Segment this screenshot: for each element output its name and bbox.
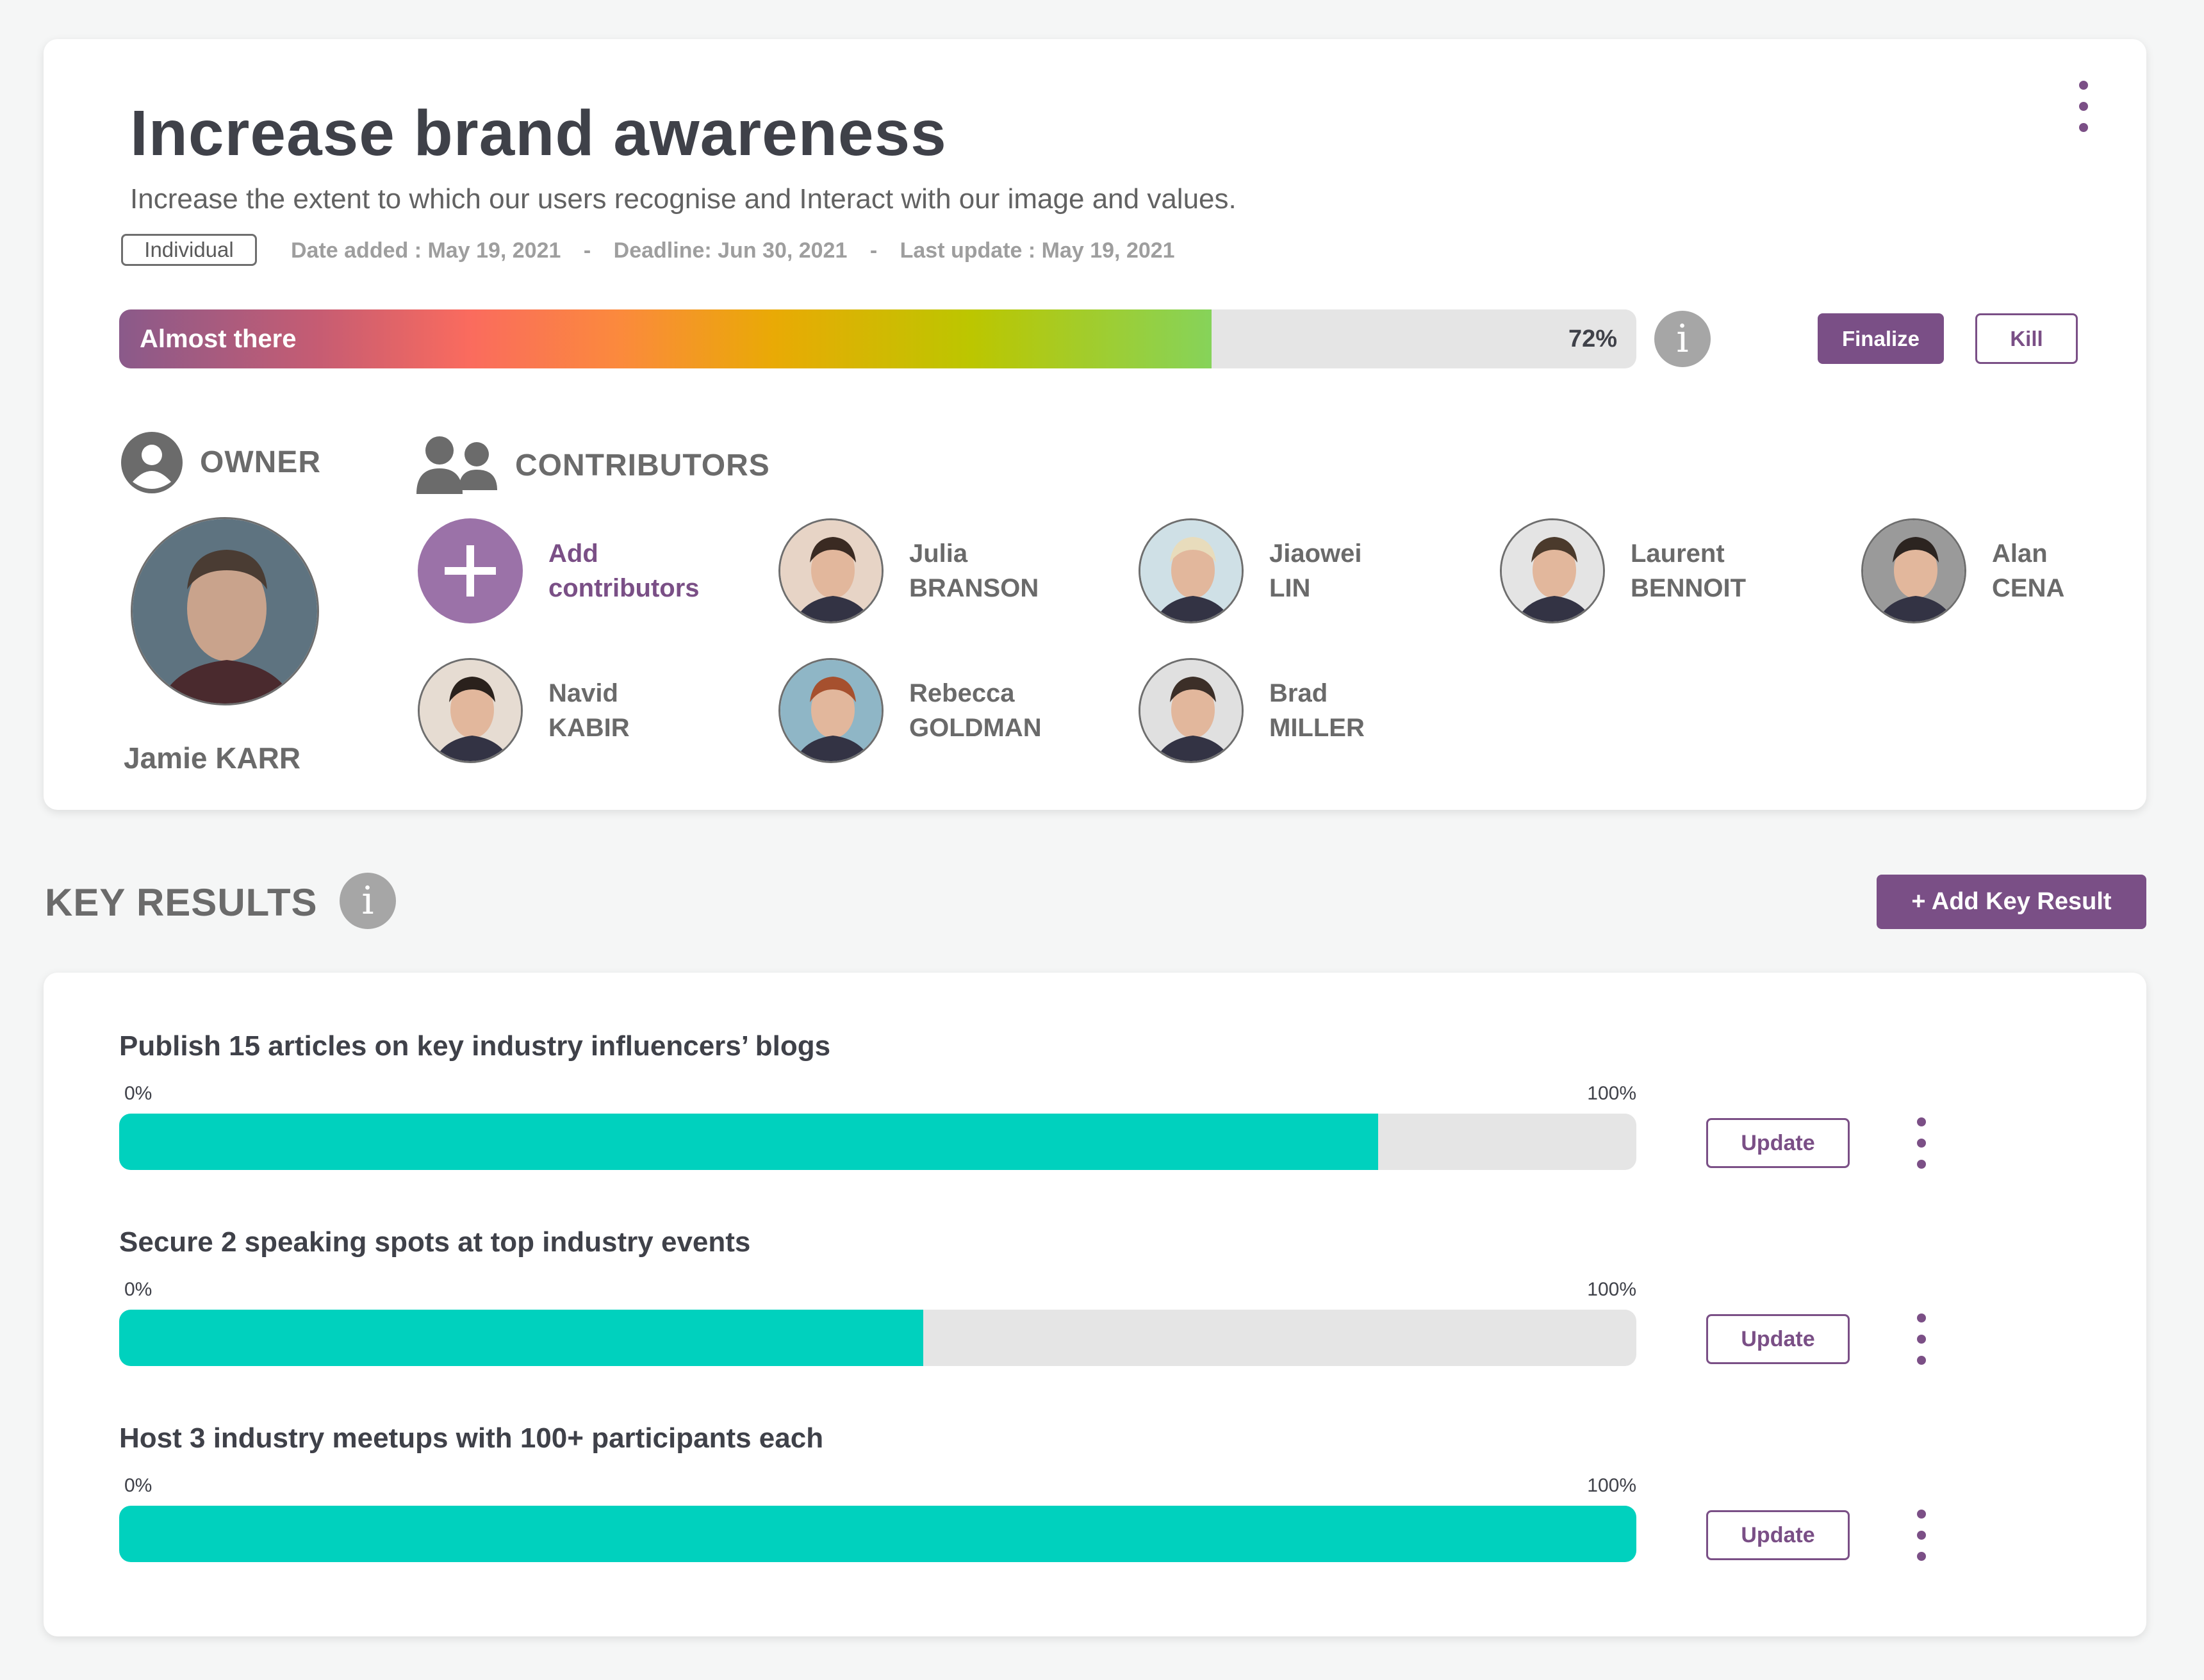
owner-heading: OWNER: [200, 445, 321, 479]
key-result-progress-fill: [119, 1310, 924, 1366]
key-result-more-menu-icon[interactable]: [1909, 1117, 1934, 1169]
objective-title: Increase brand awareness: [130, 97, 947, 169]
contributor-name: Julia BRANSON: [909, 536, 1039, 605]
objective-card: Increase brand awareness Increase the ex…: [44, 39, 2146, 810]
contributor-avatar[interactable]: [418, 658, 523, 763]
key-results-info-icon[interactable]: i: [340, 873, 396, 929]
contributor-name: Rebecca GOLDMAN: [909, 676, 1042, 745]
contributor-last-name: BRANSON: [909, 574, 1039, 602]
key-result-title: Host 3 industry meetups with 100+ partic…: [119, 1422, 824, 1454]
contributor-avatar[interactable]: [778, 658, 884, 763]
contributor-avatar[interactable]: [1500, 518, 1605, 623]
owner-name: Jamie KARR: [124, 741, 301, 775]
meta-separator: -: [869, 238, 878, 263]
add-contributor-button[interactable]: [418, 518, 523, 623]
contributor-avatar[interactable]: [1139, 658, 1244, 763]
contributor-name: Navid KABIR: [548, 676, 630, 745]
key-result-progress-bar: [119, 1506, 1636, 1562]
contributor-avatar[interactable]: [778, 518, 884, 623]
type-badge: Individual: [121, 234, 257, 266]
contributor-first-name: Laurent: [1631, 539, 1725, 568]
update-button[interactable]: Update: [1706, 1118, 1850, 1168]
contributor-first-name: Jiaowei: [1269, 539, 1362, 568]
last-update: Last update : May 19, 2021: [900, 238, 1175, 263]
contributor-last-name: MILLER: [1269, 714, 1365, 742]
contributor-first-name: Navid: [548, 679, 618, 707]
key-results-heading: KEY RESULTS: [45, 881, 318, 924]
contributor-name: Jiaowei LIN: [1269, 536, 1362, 605]
key-result-more-menu-icon[interactable]: [1909, 1314, 1934, 1365]
objective-progress-bar: Almost there 72%: [119, 309, 1636, 368]
contributors-icon: [416, 435, 497, 494]
update-button[interactable]: Update: [1706, 1510, 1850, 1560]
key-result-max-label: 100%: [1587, 1083, 1636, 1104]
add-key-result-button[interactable]: + Add Key Result: [1877, 875, 2146, 929]
kill-button[interactable]: Kill: [1975, 313, 2078, 364]
contributor-last-name: KABIR: [548, 714, 630, 742]
objective-description: Increase the extent to which our users r…: [130, 183, 1237, 215]
contributor-last-name: CENA: [1992, 574, 2065, 602]
contributor-first-name: Alan: [1992, 539, 2048, 568]
info-icon[interactable]: i: [1654, 311, 1711, 367]
key-result-more-menu-icon[interactable]: [1909, 1510, 1934, 1561]
contributor-name: Brad MILLER: [1269, 676, 1365, 745]
add-contributors-link[interactable]: Add contributors: [548, 536, 700, 605]
contributor-last-name: GOLDMAN: [909, 714, 1042, 742]
key-result-progress-bar: [119, 1114, 1636, 1170]
contributors-heading: CONTRIBUTORS: [515, 449, 770, 482]
contributor-last-name: LIN: [1269, 574, 1311, 602]
contributor-first-name: Rebecca: [909, 679, 1015, 707]
owner-icon: [121, 432, 183, 493]
key-result-min-label: 0%: [124, 1279, 152, 1300]
contributor-first-name: Julia: [909, 539, 968, 568]
key-result-progress-fill: [119, 1114, 1379, 1170]
key-result-title: Secure 2 speaking spots at top industry …: [119, 1226, 751, 1258]
meta-row: Date added : May 19, 2021 - Deadline: Ju…: [291, 238, 1175, 263]
contributor-name: Laurent BENNOIT: [1631, 536, 1746, 605]
finalize-button[interactable]: Finalize: [1818, 313, 1944, 364]
objective-more-menu-icon[interactable]: [2071, 81, 2096, 132]
progress-status-label: Almost there: [140, 325, 297, 353]
contributor-avatar[interactable]: [1861, 518, 1966, 623]
key-result-min-label: 0%: [124, 1083, 152, 1104]
contributor-first-name: Brad: [1269, 679, 1328, 707]
deadline: Deadline: Jun 30, 2021: [613, 238, 848, 263]
owner-avatar[interactable]: [131, 517, 319, 705]
update-button[interactable]: Update: [1706, 1314, 1850, 1364]
key-result-max-label: 100%: [1587, 1279, 1636, 1300]
key-result-progress-bar: [119, 1310, 1636, 1366]
contributor-avatar[interactable]: [1139, 518, 1244, 623]
key-result-min-label: 0%: [124, 1475, 152, 1496]
key-result-max-label: 100%: [1587, 1475, 1636, 1496]
key-result-progress-fill: [119, 1506, 1636, 1562]
plus-icon: [445, 545, 496, 597]
contributor-name: Alan CENA: [1992, 536, 2064, 605]
contributor-last-name: BENNOIT: [1631, 574, 1746, 602]
key-result-title: Publish 15 articles on key industry infl…: [119, 1030, 831, 1062]
meta-separator: -: [583, 238, 591, 263]
date-added: Date added : May 19, 2021: [291, 238, 561, 263]
progress-percent: 72%: [1568, 325, 1617, 352]
key-results-card: Publish 15 articles on key industry infl…: [44, 973, 2146, 1636]
